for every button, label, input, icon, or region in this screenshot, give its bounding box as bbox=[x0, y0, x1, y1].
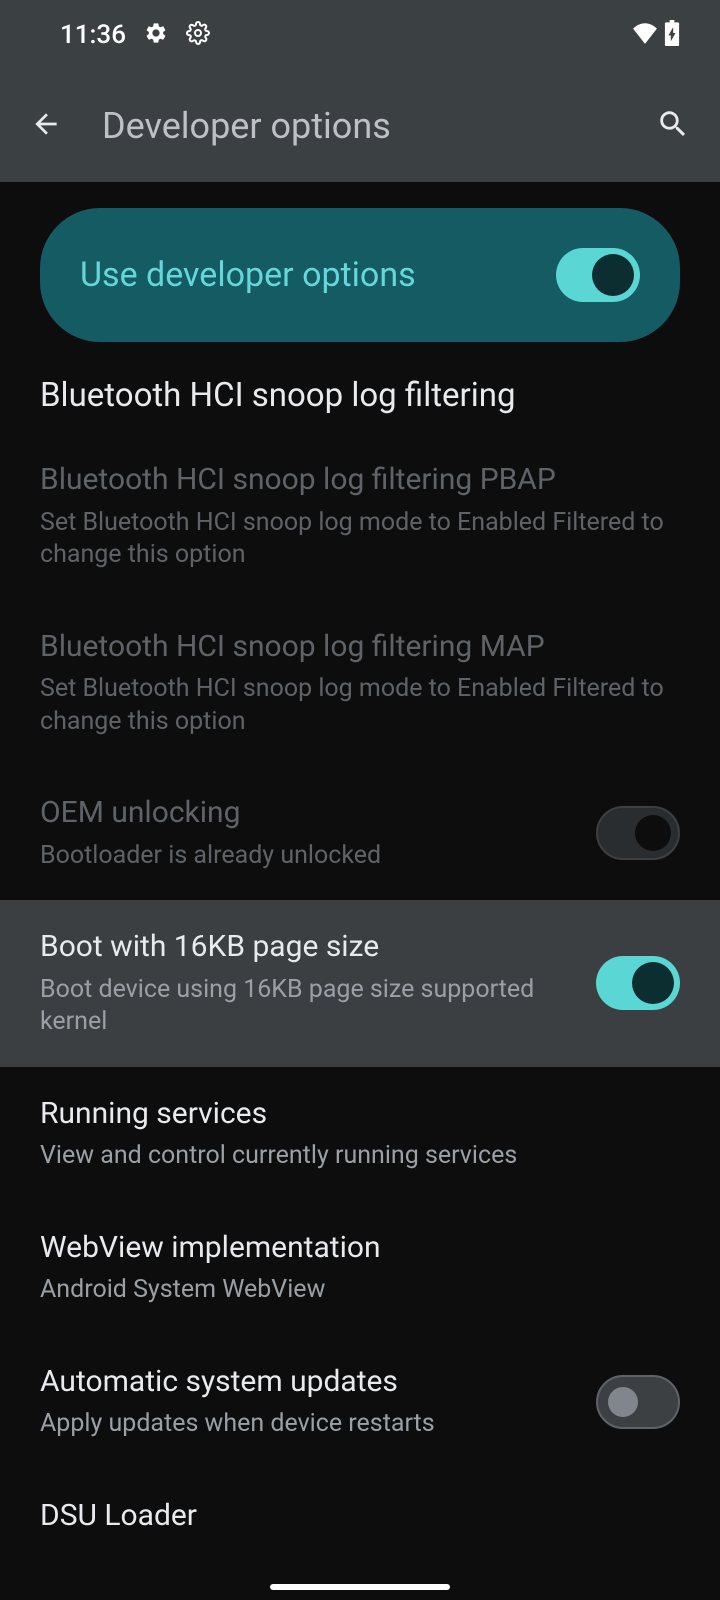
master-toggle-container: Use developer options bbox=[0, 182, 720, 368]
setting-subtitle: Set Bluetooth HCI snoop log mode to Enab… bbox=[40, 507, 680, 572]
setting-title: Bluetooth HCI snoop log filtering PBAP bbox=[40, 461, 680, 499]
setting-subtitle: Android System WebView bbox=[40, 1274, 680, 1307]
setting-title: Boot with 16KB page size bbox=[40, 928, 576, 966]
wifi-icon bbox=[632, 22, 658, 48]
page-title: Developer options bbox=[102, 105, 616, 147]
setting-webview-implementation[interactable]: WebView implementation Android System We… bbox=[0, 1201, 720, 1335]
master-toggle-label: Use developer options bbox=[80, 255, 416, 295]
setting-boot-16kb[interactable]: Boot with 16KB page size Boot device usi… bbox=[0, 900, 720, 1067]
gear-filled-icon bbox=[144, 21, 168, 49]
automatic-updates-toggle[interactable] bbox=[596, 1375, 680, 1429]
section-header: Bluetooth HCI snoop log filtering bbox=[0, 368, 720, 433]
master-toggle[interactable]: Use developer options bbox=[40, 208, 680, 342]
setting-title: Automatic system updates bbox=[40, 1363, 576, 1401]
setting-title: OEM unlocking bbox=[40, 794, 576, 832]
setting-dsu-loader[interactable]: DSU Loader bbox=[0, 1469, 720, 1535]
boot-16kb-toggle[interactable] bbox=[596, 956, 680, 1010]
master-toggle-switch[interactable] bbox=[556, 248, 640, 302]
app-bar: Developer options bbox=[0, 70, 720, 182]
setting-title: Running services bbox=[40, 1095, 680, 1133]
setting-title: WebView implementation bbox=[40, 1229, 680, 1267]
setting-automatic-system-updates[interactable]: Automatic system updates Apply updates w… bbox=[0, 1335, 720, 1469]
setting-subtitle: Boot device using 16KB page size support… bbox=[40, 974, 576, 1039]
status-bar: 11:36 bbox=[0, 0, 720, 70]
status-right bbox=[632, 20, 680, 50]
back-button[interactable] bbox=[30, 108, 62, 144]
setting-title: Bluetooth HCI snoop log filtering MAP bbox=[40, 628, 680, 666]
setting-title: DSU Loader bbox=[40, 1497, 680, 1535]
setting-subtitle: Bootloader is already unlocked bbox=[40, 840, 576, 873]
setting-bluetooth-hci-pbap[interactable]: Bluetooth HCI snoop log filtering PBAP S… bbox=[0, 433, 720, 600]
setting-bluetooth-hci-map[interactable]: Bluetooth HCI snoop log filtering MAP Se… bbox=[0, 600, 720, 767]
setting-subtitle: Apply updates when device restarts bbox=[40, 1408, 576, 1441]
battery-charging-icon bbox=[664, 20, 680, 50]
setting-oem-unlocking[interactable]: OEM unlocking Bootloader is already unlo… bbox=[0, 766, 720, 900]
setting-subtitle: View and control currently running servi… bbox=[40, 1140, 680, 1173]
search-button[interactable] bbox=[656, 107, 690, 145]
navigation-handle[interactable] bbox=[270, 1584, 450, 1590]
oem-unlocking-toggle bbox=[596, 806, 680, 860]
setting-running-services[interactable]: Running services View and control curren… bbox=[0, 1067, 720, 1201]
setting-subtitle: Set Bluetooth HCI snoop log mode to Enab… bbox=[40, 673, 680, 738]
status-left: 11:36 bbox=[60, 20, 210, 50]
gear-outline-icon bbox=[186, 21, 210, 49]
status-time: 11:36 bbox=[60, 20, 126, 50]
